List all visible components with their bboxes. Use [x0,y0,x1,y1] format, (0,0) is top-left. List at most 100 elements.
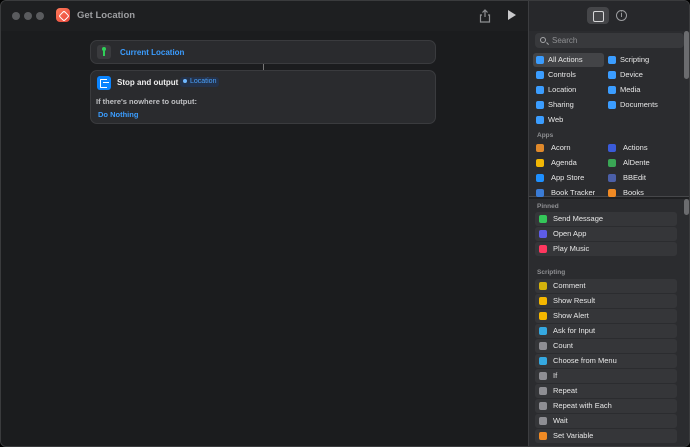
share-icon[interactable] [479,9,491,23]
app-books-label: Books [623,188,644,197]
scripting-comment[interactable]: Comment [535,279,677,293]
top-scrollbar[interactable] [684,31,689,79]
app-agenda-label: Agenda [551,158,577,167]
category-scripting-label: Scripting [620,55,650,64]
action-current-location[interactable]: Current Location [90,40,436,64]
location-variable-token[interactable]: Location [180,77,220,87]
location-pin-icon [183,79,187,84]
app-aldente-icon [608,159,616,167]
scripting-show-alert-icon [539,312,547,320]
pinned-send-message[interactable]: Send Message [535,212,677,226]
app-agenda-icon [536,159,544,167]
scripting-repeat[interactable]: Repeat [535,384,677,398]
app-app-store-icon [536,174,544,182]
search-field[interactable] [535,33,684,48]
document-icon [608,101,616,109]
scripting-comment-icon [539,282,547,290]
location-variable-label: Location [190,78,217,85]
category-device[interactable]: Device [605,68,676,82]
category-controls-label: Controls [548,70,576,79]
scripting-show-alert[interactable]: Show Alert [535,309,677,323]
scripting-wait-label: Wait [553,416,568,425]
window-title[interactable]: Get Location [77,10,135,21]
scripting-choose-from-menu-label: Choose from Menu [553,356,617,365]
app-app-store[interactable]: App Store [533,171,605,185]
search-input[interactable] [552,34,680,47]
shortcuts-window: Get Location Current Location Stop and o… [0,0,690,447]
scripting-ask-for-input-icon [539,327,547,335]
scripting-repeat-with-each-icon [539,402,547,410]
app-actions[interactable]: Actions [605,141,677,155]
scripting-set-variable-label: Set Variable [553,431,594,440]
info-icon[interactable]: i [616,10,627,21]
device-icon [608,71,616,79]
category-scripting[interactable]: Scripting [605,53,676,67]
scripting-set-variable[interactable]: Set Variable [535,429,677,443]
action-stop-and-output[interactable]: Stop and output Location If there's nowh… [90,70,436,124]
app-bbedit-icon [608,174,616,182]
music-note-icon [608,86,616,94]
app-aldente[interactable]: AlDente [605,156,677,170]
app-bbedit[interactable]: BBEdit [605,171,677,185]
scripting-repeat-icon [539,387,547,395]
scripting-ask-for-input-label: Ask for Input [553,326,596,335]
app-agenda[interactable]: Agenda [533,156,605,170]
shortcut-editor: Current Location Stop and output Locatio… [1,31,528,446]
bottom-scrollbar[interactable] [684,199,689,215]
category-all-actions-label: All Actions [548,55,583,64]
category-documents-label: Documents [620,100,658,109]
scripting-show-result[interactable]: Show Result [535,294,677,308]
scripting-section-label: Scripting [537,269,566,276]
scripting-show-result-label: Show Result [553,296,596,305]
scripting-if[interactable]: If [535,369,677,383]
title-bar: Get Location [1,1,528,31]
sidebar-toolbar: i [529,1,689,31]
category-all-actions[interactable]: All Actions [533,53,604,67]
pinned-send-message-label: Send Message [553,214,604,223]
pinned-open-app-label: Open App [553,229,587,238]
scripting-wait[interactable]: Wait [535,414,677,428]
app-acorn[interactable]: Acorn [533,141,605,155]
do-nothing-option[interactable]: Do Nothing [98,110,138,119]
scripting-set-variable-icon [539,432,547,440]
pinned-send-message-icon [539,215,547,223]
app-book-tracker[interactable]: Book Tracker [533,186,605,200]
action-library-icon[interactable] [587,7,609,24]
app-actions-icon [608,144,616,152]
minimize-window-button[interactable] [24,12,32,20]
scripting-count[interactable]: Count [535,339,677,353]
list-icon [536,56,544,64]
scripting-repeat-with-each[interactable]: Repeat with Each [535,399,677,413]
controls-icon [536,71,544,79]
app-book-tracker-icon [536,189,544,197]
app-aldente-label: AlDente [623,158,650,167]
category-media[interactable]: Media [605,83,676,97]
scripting-count-icon [539,342,547,350]
scripting-ask-for-input[interactable]: Ask for Input [535,324,677,338]
current-location-token[interactable]: Current Location [120,48,184,57]
share-icon [536,101,544,109]
pinned-open-app[interactable]: Open App [535,227,677,241]
app-book-tracker-label: Book Tracker [551,188,596,197]
stop-output-title: Stop and output [117,78,179,87]
close-window-button[interactable] [12,12,20,20]
category-location-label: Location [548,85,577,94]
category-sharing-label: Sharing [548,100,574,109]
run-play-icon[interactable] [508,10,516,20]
shortcut-app-icon[interactable] [56,8,70,22]
scripting-choose-from-menu[interactable]: Choose from Menu [535,354,677,368]
zoom-window-button[interactable] [36,12,44,20]
category-location[interactable]: Location [533,83,604,97]
app-books-icon [608,189,616,197]
compass-icon [536,116,544,124]
app-books[interactable]: Books [605,186,677,200]
app-app-store-label: App Store [551,173,585,182]
category-documents[interactable]: Documents [605,98,676,112]
category-sharing[interactable]: Sharing [533,98,604,112]
category-web[interactable]: Web [533,113,604,127]
pinned-play-music[interactable]: Play Music [535,242,677,256]
category-controls[interactable]: Controls [533,68,604,82]
nowhere-to-output-label: If there's nowhere to output: [96,97,197,106]
location-arrow-icon [536,86,544,94]
scripting-comment-label: Comment [553,281,586,290]
